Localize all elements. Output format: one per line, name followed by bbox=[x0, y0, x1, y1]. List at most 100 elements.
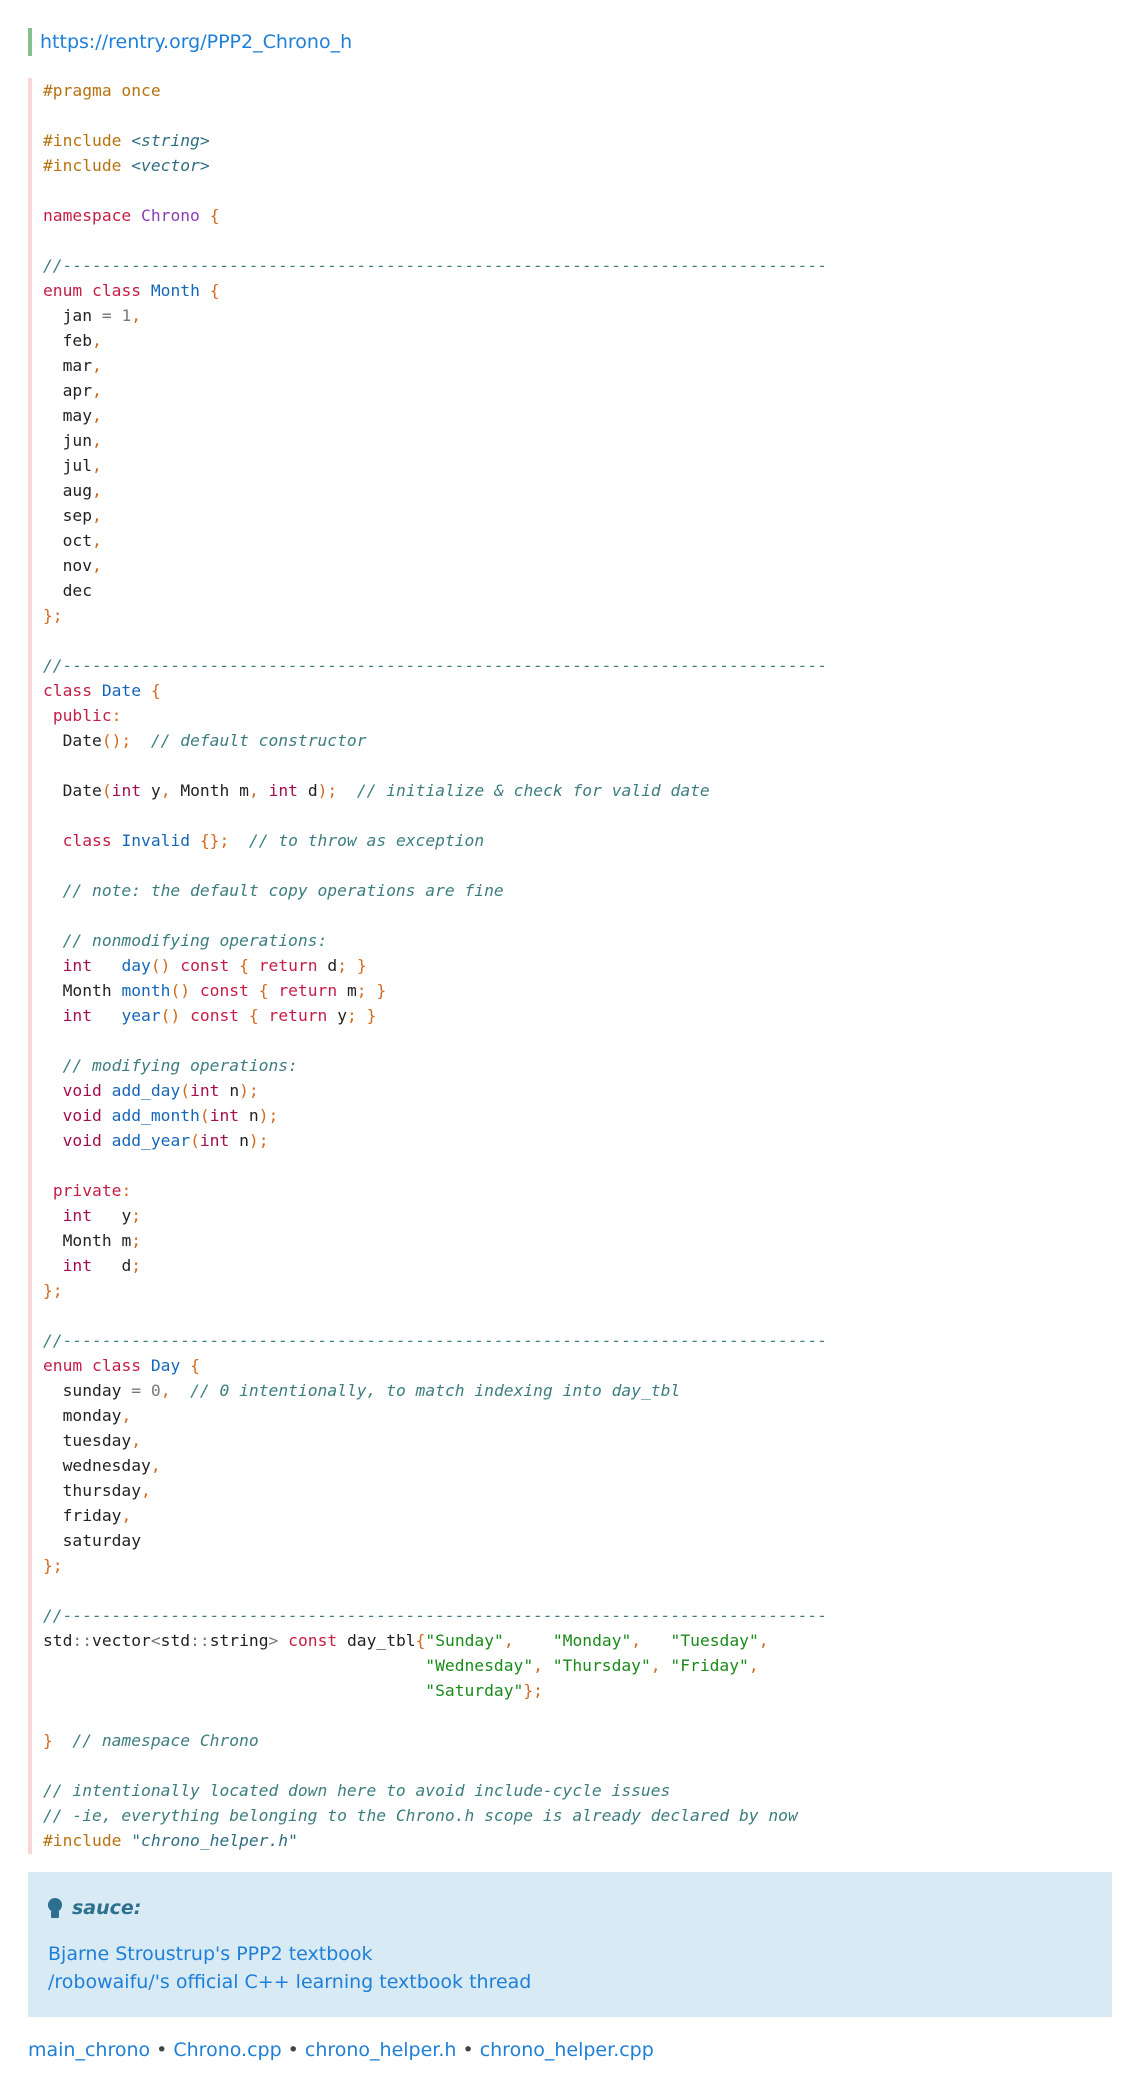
ppp2-textbook-link[interactable]: Bjarne Stroustrup's PPP2 textbook bbox=[48, 1940, 531, 1968]
code-token: public bbox=[52, 706, 112, 725]
footer-link-chrono-helper-h[interactable]: chrono_helper.h bbox=[305, 2039, 457, 2061]
code-token: int bbox=[62, 1006, 93, 1025]
code-token: Month bbox=[62, 1231, 112, 1250]
code-token: wednesday bbox=[62, 1456, 151, 1475]
code-token: // namespace Chrono bbox=[72, 1731, 259, 1750]
code-token: void bbox=[62, 1131, 102, 1150]
code-line: //--------------------------------------… bbox=[43, 653, 827, 678]
code-token: int bbox=[111, 781, 142, 800]
code-token: Date bbox=[101, 681, 142, 700]
code-line: jul, bbox=[62, 456, 102, 475]
code-token: string bbox=[209, 1631, 269, 1650]
code-token: aug bbox=[62, 481, 93, 500]
code-token: "chrono_helper.h" bbox=[131, 1831, 298, 1850]
footer-separator: • bbox=[287, 2039, 299, 2061]
code-token: month bbox=[121, 981, 171, 1000]
code-token: int bbox=[62, 1256, 93, 1275]
code-line: class Date { bbox=[43, 681, 161, 700]
code-line: oct, bbox=[62, 531, 102, 550]
code-token: n bbox=[248, 1106, 259, 1125]
code-line: enum class Month { bbox=[43, 281, 220, 300]
code-line: private: bbox=[52, 1181, 132, 1200]
code-token: int bbox=[190, 1081, 220, 1100]
code-token: // default constructor bbox=[150, 731, 367, 750]
code-token: year bbox=[121, 1006, 161, 1025]
code-token: vector bbox=[92, 1631, 151, 1650]
code-token: int bbox=[62, 956, 93, 975]
code-token: "Monday" bbox=[552, 1631, 632, 1650]
code-token: // note: the default copy operations are… bbox=[62, 881, 504, 900]
source-link[interactable]: https://rentry.org/PPP2_Chrono_h bbox=[40, 31, 352, 53]
code-token: #include bbox=[43, 1831, 122, 1850]
code-line: int y; bbox=[62, 1206, 142, 1225]
footer-link-main-chrono[interactable]: main_chrono bbox=[28, 2039, 150, 2061]
code-line: }; bbox=[43, 606, 63, 625]
code-line: // modifying operations: bbox=[43, 1053, 827, 1078]
code-token: d bbox=[121, 1256, 132, 1275]
code-token: <string> bbox=[131, 131, 210, 150]
textbook-thread-link[interactable]: /robowaifu/'s official C++ learning text… bbox=[48, 1968, 531, 1996]
code-token: "Sunday" bbox=[425, 1631, 504, 1650]
admonition-links: Bjarne Stroustrup's PPP2 textbook /robow… bbox=[48, 1940, 531, 1996]
admonition-title: sauce: bbox=[48, 1897, 141, 1919]
code-token: saturday bbox=[62, 1531, 142, 1550]
admonition-title-text: sauce: bbox=[72, 1897, 142, 1919]
code-token: thursday bbox=[62, 1481, 142, 1500]
code-token: void bbox=[62, 1106, 102, 1125]
code-line: #include "chrono_helper.h" bbox=[43, 1828, 827, 1853]
code-token: jul bbox=[62, 456, 93, 475]
code-token: int bbox=[199, 1131, 230, 1150]
code-line: std::vector<std::string> const day_tbl{"… bbox=[43, 1631, 769, 1650]
code-token: class bbox=[62, 831, 112, 850]
footer-link-chrono-cpp[interactable]: Chrono.cpp bbox=[173, 2039, 281, 2061]
code-token: // intentionally located down here to av… bbox=[43, 1781, 671, 1800]
code-line: enum class Day { bbox=[43, 1356, 200, 1375]
code-token: namespace bbox=[43, 206, 132, 225]
code-token: // to throw as exception bbox=[248, 831, 485, 850]
code-token: //--------------------------------------… bbox=[43, 1331, 828, 1350]
code-line: aug, bbox=[62, 481, 102, 500]
code-line: Month month() const { return m; } bbox=[62, 981, 387, 1000]
code-token: //--------------------------------------… bbox=[43, 656, 828, 675]
code-token: y bbox=[121, 1206, 132, 1225]
code-line: mar, bbox=[62, 356, 102, 375]
footer-separator: • bbox=[156, 2039, 168, 2061]
code-token: // nonmodifying operations: bbox=[62, 931, 328, 950]
code-token: Date bbox=[62, 781, 102, 800]
code-token: std bbox=[43, 1631, 73, 1650]
code-token: d bbox=[327, 956, 338, 975]
code-token: add_day bbox=[111, 1081, 181, 1100]
code-line: int year() const { return y; } bbox=[62, 1006, 377, 1025]
code-line: int d; bbox=[62, 1256, 142, 1275]
code-token: add_month bbox=[111, 1106, 200, 1125]
code-token: "Thursday" bbox=[552, 1656, 651, 1675]
code-token: Chrono bbox=[141, 206, 200, 225]
code-line: saturday bbox=[43, 1528, 827, 1553]
code-line: #pragma once bbox=[43, 78, 827, 103]
code-token: 1 bbox=[121, 306, 132, 325]
code-line: }; bbox=[43, 1281, 63, 1300]
footer-nav: main_chrono • Chrono.cpp • chrono_helper.h • c… bbox=[28, 2036, 654, 2064]
code-line: void add_day(int n); bbox=[62, 1081, 259, 1100]
footer-link-chrono-helper-cpp[interactable]: chrono_helper.cpp bbox=[480, 2039, 654, 2061]
code-token: int bbox=[209, 1106, 240, 1125]
code-token: dec bbox=[62, 581, 93, 600]
code-token: class bbox=[43, 681, 93, 700]
code-listing: #pragma once #include <string> #include <v… bbox=[43, 78, 827, 1853]
code-token: //--------------------------------------… bbox=[43, 256, 828, 275]
code-line: //--------------------------------------… bbox=[43, 1328, 827, 1353]
code-line: Date(); // default constructor bbox=[62, 731, 367, 750]
code-line: namespace Chrono { bbox=[43, 206, 220, 225]
code-token: Month bbox=[180, 781, 230, 800]
code-token: void bbox=[62, 1081, 102, 1100]
code-token: m bbox=[121, 1231, 132, 1250]
code-line: }; bbox=[43, 1556, 63, 1575]
code-token: const bbox=[288, 1631, 338, 1650]
code-line: //--------------------------------------… bbox=[43, 253, 827, 278]
